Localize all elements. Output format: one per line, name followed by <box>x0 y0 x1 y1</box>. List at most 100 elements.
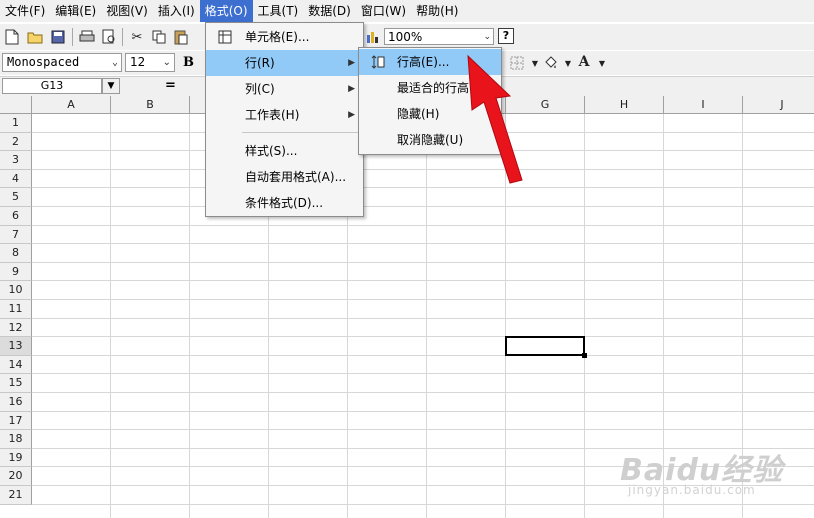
chevron-down-icon[interactable]: ▼ <box>102 78 120 94</box>
row-header-3[interactable]: 3 <box>0 151 32 170</box>
gridline <box>32 243 814 245</box>
menu-separator <box>242 132 358 133</box>
column-header-b[interactable]: B <box>111 96 190 114</box>
format-menu-item-row[interactable]: 行(R) ▶ <box>206 50 363 76</box>
menu-tools[interactable]: 工具(T) <box>253 0 304 22</box>
row-header-21[interactable]: 21 <box>0 486 32 505</box>
menu-view[interactable]: 视图(V) <box>101 0 153 22</box>
name-box[interactable]: G13 <box>2 78 102 94</box>
menu-window[interactable]: 窗口(W) <box>356 0 411 22</box>
chevron-right-icon: ▶ <box>348 84 355 94</box>
font-size-combo[interactable]: 12 ⌄ <box>125 53 175 72</box>
zoom-combo[interactable]: 100% ⌄ <box>384 28 494 45</box>
active-cell[interactable] <box>505 336 585 356</box>
row-header-12[interactable]: 12 <box>0 318 32 338</box>
chevron-right-icon: ▶ <box>348 58 355 68</box>
row-header-11[interactable]: 11 <box>0 300 32 319</box>
format-menu-item-cells[interactable]: 单元格(E)... <box>206 24 363 50</box>
format-menu-item-style[interactable]: 样式(S)... <box>206 138 363 164</box>
row-header-18[interactable]: 18 <box>0 430 32 449</box>
save-icon[interactable] <box>49 28 67 46</box>
copy-icon[interactable] <box>150 28 168 46</box>
gridline <box>32 299 814 300</box>
row-header-15[interactable]: 15 <box>0 374 32 393</box>
row-header-2[interactable]: 2 <box>0 132 32 152</box>
row-header-14[interactable]: 14 <box>0 355 32 375</box>
menu-item-label: 隐藏(H) <box>397 107 440 121</box>
row-header-6[interactable]: 6 <box>0 207 32 226</box>
toolbar-separator <box>72 28 73 46</box>
row-header-5[interactable]: 5 <box>0 188 32 207</box>
gridline <box>32 317 814 319</box>
gridline <box>426 114 427 518</box>
font-size-value: 12 <box>130 55 146 69</box>
menu-item-label: 行(R) <box>245 56 275 70</box>
row-header-4[interactable]: 4 <box>0 169 32 189</box>
row-header-16[interactable]: 16 <box>0 393 32 412</box>
chevron-down-icon: ⌄ <box>162 57 171 68</box>
gridline <box>32 280 814 282</box>
menu-item-label: 工作表(H) <box>245 108 300 122</box>
column-header-a[interactable]: A <box>32 96 111 114</box>
gridline <box>32 336 814 338</box>
select-all-corner[interactable] <box>0 96 32 114</box>
gridline <box>189 114 190 518</box>
row-height-icon <box>371 55 385 69</box>
new-file-icon[interactable] <box>3 28 21 46</box>
bold-button[interactable]: B <box>183 55 194 70</box>
format-menu-item-autoformat[interactable]: 自动套用格式(A)... <box>206 164 363 190</box>
chart-icon[interactable] <box>364 28 382 46</box>
font-name-value: Monospaced <box>7 55 80 69</box>
open-folder-icon[interactable] <box>26 28 44 46</box>
format-menu-item-conditional-format[interactable]: 条件格式(D)... <box>206 190 363 216</box>
menu-item-label: 单元格(E)... <box>245 30 310 44</box>
row-header-7[interactable]: 7 <box>0 225 32 245</box>
toolbar-separator <box>122 28 123 46</box>
font-color-dropdown-icon[interactable]: ▼ <box>593 54 611 72</box>
gridline <box>32 187 814 189</box>
print-icon[interactable] <box>78 28 96 46</box>
formula-equals-icon[interactable]: = <box>165 78 176 93</box>
menu-edit[interactable]: 编辑(E) <box>50 0 101 22</box>
gridline <box>110 114 111 518</box>
row-header-20[interactable]: 20 <box>0 467 32 486</box>
menu-item-label: 条件格式(D)... <box>245 196 324 210</box>
row-header-9[interactable]: 9 <box>0 262 32 282</box>
menu-data[interactable]: 数据(D) <box>303 0 356 22</box>
font-name-combo[interactable]: Monospaced ⌄ <box>2 53 122 72</box>
format-menu-item-column[interactable]: 列(C) ▶ <box>206 76 363 102</box>
gridline <box>32 410 814 412</box>
format-menu-item-sheet[interactable]: 工作表(H) ▶ <box>206 102 363 128</box>
print-preview-icon[interactable] <box>100 28 118 46</box>
fill-handle[interactable] <box>582 352 587 358</box>
font-color-icon[interactable]: A <box>575 53 593 71</box>
gridline <box>32 429 814 431</box>
column-header-j[interactable]: J <box>743 96 814 114</box>
help-button[interactable]: ? <box>498 28 514 44</box>
format-menu: 单元格(E)... 行(R) ▶ 列(C) ▶ 工作表(H) ▶ 样式(S)... 自动套用格式… <box>205 22 364 217</box>
gridline <box>32 206 814 207</box>
row-header-13[interactable]: 13 <box>0 337 32 356</box>
paste-icon[interactable] <box>172 28 190 46</box>
row-header-17[interactable]: 17 <box>0 411 32 431</box>
chevron-down-icon: ⌄ <box>111 57 118 68</box>
row-header-10[interactable]: 10 <box>0 281 32 300</box>
cell-format-icon <box>218 30 232 44</box>
column-header-i[interactable]: I <box>664 96 743 114</box>
gridline <box>32 354 814 356</box>
row-header-8[interactable]: 8 <box>0 244 32 263</box>
gridline <box>32 503 814 505</box>
column-header-h[interactable]: H <box>585 96 664 114</box>
menu-file[interactable]: 文件(F) <box>0 0 50 22</box>
cut-icon[interactable]: ✂ <box>128 28 146 46</box>
gridline <box>32 168 814 170</box>
baidu-watermark-url: jingyan.baidu.com <box>628 483 756 497</box>
menu-help[interactable]: 帮助(H) <box>411 0 463 22</box>
row-header-1[interactable]: 1 <box>0 114 32 133</box>
fill-color-icon[interactable] <box>541 54 559 72</box>
row-header-19[interactable]: 19 <box>0 448 32 468</box>
menu-format[interactable]: 格式(O) <box>199 0 253 22</box>
menu-insert[interactable]: 插入(I) <box>153 0 200 22</box>
red-arrow-annotation <box>467 54 523 184</box>
menu-item-label: 自动套用格式(A)... <box>245 170 347 184</box>
